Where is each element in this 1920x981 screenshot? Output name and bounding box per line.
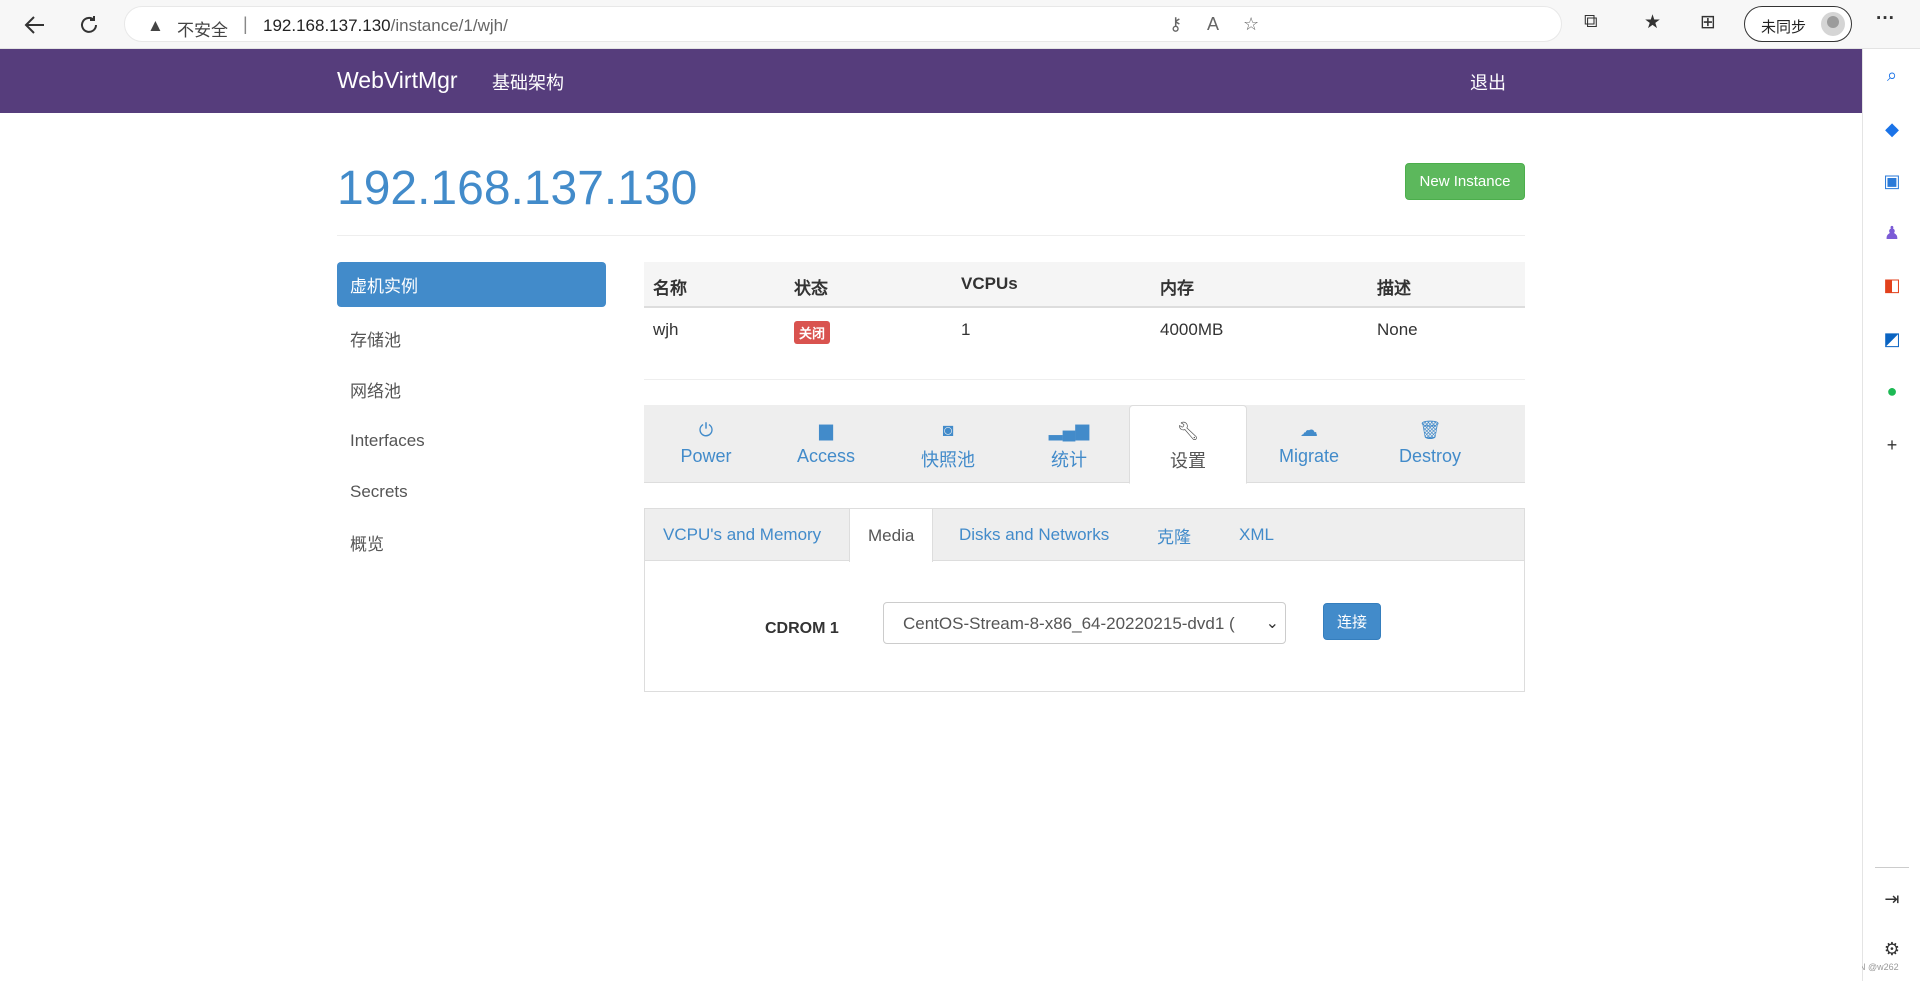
tab-label: 设置: [1170, 451, 1206, 471]
col-memory: 内存: [1160, 279, 1194, 298]
sync-label: 未同步: [1761, 19, 1807, 36]
cell-name: wjh: [653, 320, 679, 339]
key-icon[interactable]: ⚷: [1169, 14, 1182, 35]
col-description: 描述: [1377, 279, 1411, 298]
instance-table: 名称 状态 VCPUs 内存 描述 wjh 关闭 1 4000MB None: [644, 262, 1525, 354]
subtab-xml[interactable]: XML: [1221, 509, 1292, 561]
settings-icon[interactable]: ⚙: [1880, 937, 1904, 961]
subtab-vcpu-memory[interactable]: VCPU's and Memory: [645, 509, 839, 561]
tab-label: Power: [680, 446, 732, 466]
favorites-icon[interactable]: ★: [1644, 11, 1661, 34]
main-content: 192.168.137.130 New Instance 虚机实例 存储池 网络…: [0, 113, 1862, 981]
settings-panel: VCPU's and Memory Media Disks and Networ…: [644, 508, 1525, 692]
page-title: 192.168.137.130: [337, 162, 698, 215]
table-divider: [644, 379, 1525, 380]
briefcase-icon: ▆: [819, 420, 833, 440]
url-path: /instance/1/wjh/: [390, 16, 508, 35]
office-icon[interactable]: ◧: [1880, 273, 1904, 297]
read-aloud-icon[interactable]: A: [1207, 14, 1219, 35]
games-icon[interactable]: ♟: [1880, 221, 1904, 245]
tab-label: Migrate: [1278, 446, 1340, 466]
app-navbar: WebVirtMgr 基础架构 退出: [0, 49, 1862, 113]
cell-memory: 4000MB: [1160, 320, 1224, 339]
subtab-disks-networks[interactable]: Disks and Networks: [941, 509, 1127, 561]
sidebar-divider: [1875, 867, 1909, 868]
refresh-button[interactable]: [72, 8, 106, 42]
profile-sync-button[interactable]: 未同步: [1744, 6, 1852, 42]
outlook-icon[interactable]: ◩: [1880, 327, 1904, 351]
side-menu: 虚机实例 存储池 网络池 Interfaces Secrets 概览: [337, 262, 606, 568]
table-header: 名称 状态 VCPUs 内存 描述: [644, 262, 1525, 308]
tab-power[interactable]: ⏻ Power: [647, 405, 765, 483]
subtab-media[interactable]: Media: [849, 509, 934, 562]
cdrom-label: CDROM 1: [765, 620, 839, 637]
tab-label: 快照池: [921, 450, 975, 470]
col-vcpus: VCPUs: [961, 274, 1018, 293]
chevron-down-icon: ⌄: [1265, 615, 1279, 632]
connect-button[interactable]: 连接: [1323, 603, 1381, 640]
more-menu-icon[interactable]: ···: [1876, 8, 1895, 30]
back-arrow-icon: [24, 16, 44, 34]
cloud-download-icon: ☁: [1300, 420, 1318, 440]
new-instance-button[interactable]: New Instance: [1405, 163, 1525, 200]
col-status: 状态: [794, 279, 828, 298]
subtab-clone[interactable]: 克隆: [1139, 509, 1209, 561]
camera-icon: ◙: [942, 420, 954, 440]
browser-sidebar: ⌕ ◆ ▣ ♟ ◧ ◩ ● + ⇥ ⚙: [1862, 49, 1920, 981]
address-bar[interactable]: ▲ 不安全 | 192.168.137.130/instance/1/wjh/ …: [124, 6, 1562, 42]
favorite-add-icon[interactable]: ☆: [1243, 14, 1259, 35]
power-icon: ⏻: [698, 420, 714, 440]
shopping-tag-icon[interactable]: ◆: [1880, 117, 1904, 141]
nav-infrastructure[interactable]: 基础架构: [492, 69, 564, 95]
wrench-icon: 🔧︎: [1176, 421, 1200, 441]
avatar: [1821, 12, 1845, 36]
refresh-icon: [81, 16, 97, 33]
trash-icon: 🗑︎: [1418, 420, 1442, 440]
browser-toolbar: ▲ 不安全 | 192.168.137.130/instance/1/wjh/ …: [0, 0, 1920, 49]
settings-tabs: VCPU's and Memory Media Disks and Networ…: [645, 509, 1524, 562]
side-item-network[interactable]: 网络池: [337, 364, 606, 415]
tab-destroy[interactable]: 🗑︎ Destroy: [1371, 405, 1489, 483]
url-host: 192.168.137.130: [263, 16, 391, 35]
back-button[interactable]: [18, 8, 52, 42]
nav-logout[interactable]: 退出: [1470, 69, 1506, 95]
side-item-instances[interactable]: 虚机实例: [337, 262, 606, 307]
search-icon[interactable]: ⌕: [1880, 63, 1904, 87]
tab-settings[interactable]: 🔧︎ 设置: [1129, 405, 1247, 484]
spotify-icon[interactable]: ●: [1880, 379, 1904, 403]
cell-vcpus: 1: [961, 320, 971, 339]
table-row: wjh 关闭 1 4000MB None: [644, 308, 1525, 354]
cdrom-select[interactable]: CentOS-Stream-8-x86_64-20220215-dvd1 ( ⌄: [883, 602, 1286, 644]
url-separator: |: [243, 14, 248, 34]
add-icon[interactable]: +: [1880, 433, 1904, 457]
cell-description: None: [1377, 320, 1418, 339]
extensions-icon[interactable]: ⧉: [1584, 11, 1598, 33]
collections-icon[interactable]: ⊞: [1700, 11, 1716, 34]
tab-label: 统计: [1051, 450, 1087, 470]
action-tabs: ⏻ Power ▆ Access ◙ 快照池 ▂▄▆ 统计 🔧︎ 设置 ☁ Mi…: [644, 405, 1525, 484]
hide-sidebar-icon[interactable]: ⇥: [1880, 887, 1904, 911]
tools-icon[interactable]: ▣: [1880, 169, 1904, 193]
side-item-storage[interactable]: 存储池: [337, 313, 606, 364]
tab-label: Access: [796, 446, 856, 466]
warning-icon[interactable]: ▲: [147, 16, 164, 36]
url-text[interactable]: 192.168.137.130/instance/1/wjh/: [263, 16, 508, 36]
insecure-label[interactable]: 不安全: [177, 16, 228, 41]
tab-snapshots[interactable]: ◙ 快照池: [889, 405, 1007, 483]
title-divider: [337, 235, 1525, 236]
tab-access[interactable]: ▆ Access: [767, 405, 885, 483]
side-item-secrets[interactable]: Secrets: [337, 466, 606, 517]
tab-migrate[interactable]: ☁ Migrate: [1250, 405, 1368, 483]
status-badge: 关闭: [794, 321, 831, 344]
tab-label: Destroy: [1398, 446, 1461, 466]
cdrom-selected-value: CentOS-Stream-8-x86_64-20220215-dvd1 (: [903, 614, 1235, 633]
tab-stats[interactable]: ▂▄▆ 统计: [1010, 405, 1128, 483]
col-name: 名称: [653, 279, 687, 298]
brand-link[interactable]: WebVirtMgr: [337, 67, 458, 94]
stats-icon: ▂▄▆: [1048, 420, 1090, 440]
side-item-overview[interactable]: 概览: [337, 517, 606, 568]
side-item-interfaces[interactable]: Interfaces: [337, 415, 606, 466]
